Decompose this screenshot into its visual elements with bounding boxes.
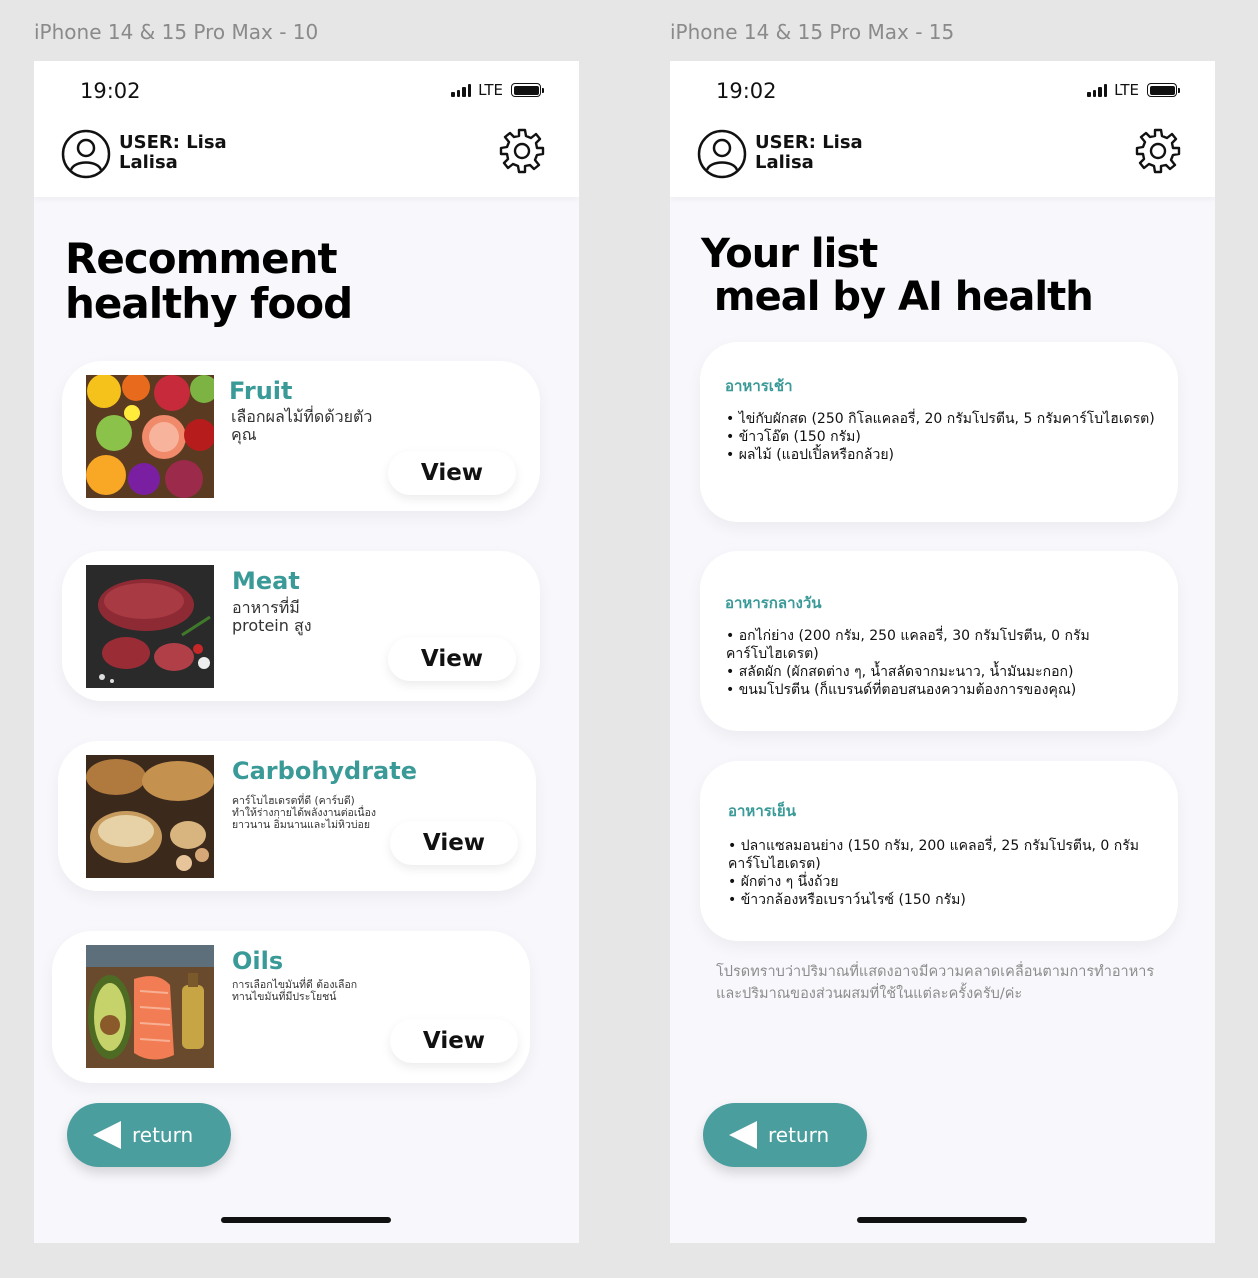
list-item: ไข่กับผักสด (250 กิโลแคลอรี่, 20 กรัมโปร… xyxy=(726,410,1156,428)
network-label: LTE xyxy=(1114,81,1139,99)
list-item: ผลไม้ (แอปเปิ้ลหรือกล้วย) xyxy=(726,446,1156,464)
status-time: 19:02 xyxy=(80,79,141,103)
carbohydrate-image xyxy=(86,755,214,878)
home-indicator[interactable] xyxy=(221,1217,391,1223)
meal-card-breakfast: อาหารเช้า ไข่กับผักสด (250 กิโลแคลอรี่, … xyxy=(700,342,1178,522)
return-button[interactable]: return xyxy=(703,1103,867,1167)
view-button-oils[interactable]: View xyxy=(390,1019,518,1063)
card-title-fruit: Fruit xyxy=(229,377,293,405)
user-avatar-icon[interactable] xyxy=(697,129,747,179)
meal-title-lunch: อาหารกลางวัน xyxy=(725,594,822,612)
fruit-image xyxy=(86,375,214,498)
card-title-meat: Meat xyxy=(232,567,300,595)
view-button-fruit[interactable]: View xyxy=(388,451,516,495)
meal-list-dinner: ปลาแซลมอนย่าง (150 กรัม, 200 แคลอรี่, 25… xyxy=(728,837,1158,909)
return-label: return xyxy=(132,1123,194,1147)
meal-list-lunch: อกไก่ย่าง (200 กรัม, 250 แคลอรี่, 30 กรั… xyxy=(726,627,1156,699)
status-indicators: LTE xyxy=(451,81,544,99)
card-title-carbohydrate: Carbohydrate xyxy=(232,757,418,785)
card-title-oils: Oils xyxy=(232,947,284,975)
signal-icon xyxy=(451,83,472,97)
return-label: return xyxy=(768,1123,830,1147)
oils-image xyxy=(86,945,214,1068)
top-bar: 19:02 LTE USER: Lisa Lalisa xyxy=(670,61,1215,197)
meal-card-lunch: อาหารกลางวัน อกไก่ย่าง (200 กรัม, 250 แค… xyxy=(700,551,1178,731)
page-title: Your list meal by AI health xyxy=(701,231,1094,320)
meal-title-dinner: อาหารเย็น xyxy=(728,802,796,820)
food-card-carbohydrate: Carbohydrate คาร์โบไฮเดรตที่ดี (คาร์บดี)… xyxy=(58,741,536,891)
food-card-oils: Oils การเลือกไขมันที่ดี ต้องเลือกทานไขมั… xyxy=(52,931,530,1083)
list-item: ผักต่าง ๆ นึ่งถ้วย xyxy=(728,873,1158,891)
food-card-meat: Meat อาหารที่มี protein สูง View xyxy=(62,551,540,701)
list-item: ข้าวโอ๊ต (150 กรัม) xyxy=(726,428,1156,446)
card-desc-meat: อาหารที่มี protein สูง xyxy=(232,598,312,635)
battery-icon xyxy=(511,83,544,97)
phone-recommend-screen: 19:02 LTE USER: Lisa Lalisa Recomment he… xyxy=(34,61,579,1243)
top-bar: 19:02 LTE USER: Lisa Lalisa xyxy=(34,61,579,197)
list-item: ปลาแซลมอนย่าง (150 กรัม, 200 แคลอรี่, 25… xyxy=(728,837,1158,873)
card-desc-oils: การเลือกไขมันที่ดี ต้องเลือกทานไขมันที่ม… xyxy=(232,979,358,1003)
network-label: LTE xyxy=(478,81,503,99)
meal-title-breakfast: อาหารเช้า xyxy=(725,377,793,395)
back-arrow-icon xyxy=(729,1121,757,1149)
gear-icon[interactable] xyxy=(1135,128,1181,174)
battery-icon xyxy=(1147,83,1180,97)
view-button-meat[interactable]: View xyxy=(388,637,516,681)
phone-meal-screen: 19:02 LTE USER: Lisa Lalisa Your list me… xyxy=(670,61,1215,1243)
card-desc-carbohydrate: คาร์โบไฮเดรตที่ดี (คาร์บดี) ทำให้ร่างกาย… xyxy=(232,795,377,831)
user-avatar-icon[interactable] xyxy=(61,129,111,179)
frame-label-left: iPhone 14 & 15 Pro Max - 10 xyxy=(34,20,319,44)
frame-label-right: iPhone 14 & 15 Pro Max - 15 xyxy=(670,20,955,44)
card-desc-fruit: เลือกผลไม้ที่ดด้วยตัวคุณ xyxy=(231,407,373,444)
view-button-carbohydrate[interactable]: View xyxy=(390,821,518,865)
meal-card-dinner: อาหารเย็น ปลาแซลมอนย่าง (150 กรัม, 200 แ… xyxy=(700,761,1178,941)
home-indicator[interactable] xyxy=(857,1217,1027,1223)
signal-icon xyxy=(1087,83,1108,97)
meat-image xyxy=(86,565,214,688)
user-name: USER: Lisa Lalisa xyxy=(119,132,227,173)
list-item: ข้าวกล้องหรือเบราว์นไรซ์ (150 กรัม) xyxy=(728,891,1158,909)
status-indicators: LTE xyxy=(1087,81,1180,99)
list-item: สลัดผัก (ผักสดต่าง ๆ, น้ำสลัดจากมะนาว, น… xyxy=(726,663,1156,681)
food-card-fruit: Fruit เลือกผลไม้ที่ดด้วยตัวคุณ View xyxy=(62,361,540,511)
status-time: 19:02 xyxy=(716,79,777,103)
return-button[interactable]: return xyxy=(67,1103,231,1167)
disclaimer-note: โปรดทราบว่าปริมาณที่แสดงอาจมีความคลาดเคล… xyxy=(716,964,1155,1002)
gear-icon[interactable] xyxy=(499,128,545,174)
back-arrow-icon xyxy=(93,1121,121,1149)
list-item: อกไก่ย่าง (200 กรัม, 250 แคลอรี่, 30 กรั… xyxy=(726,627,1156,663)
list-item: ขนมโปรตีน (ก็แบรนด์ที่ตอบสนองความต้องการ… xyxy=(726,681,1156,699)
meal-list-breakfast: ไข่กับผักสด (250 กิโลแคลอรี่, 20 กรัมโปร… xyxy=(726,410,1156,464)
user-name: USER: Lisa Lalisa xyxy=(755,132,863,173)
page-title: Recomment healthy food xyxy=(65,234,353,328)
